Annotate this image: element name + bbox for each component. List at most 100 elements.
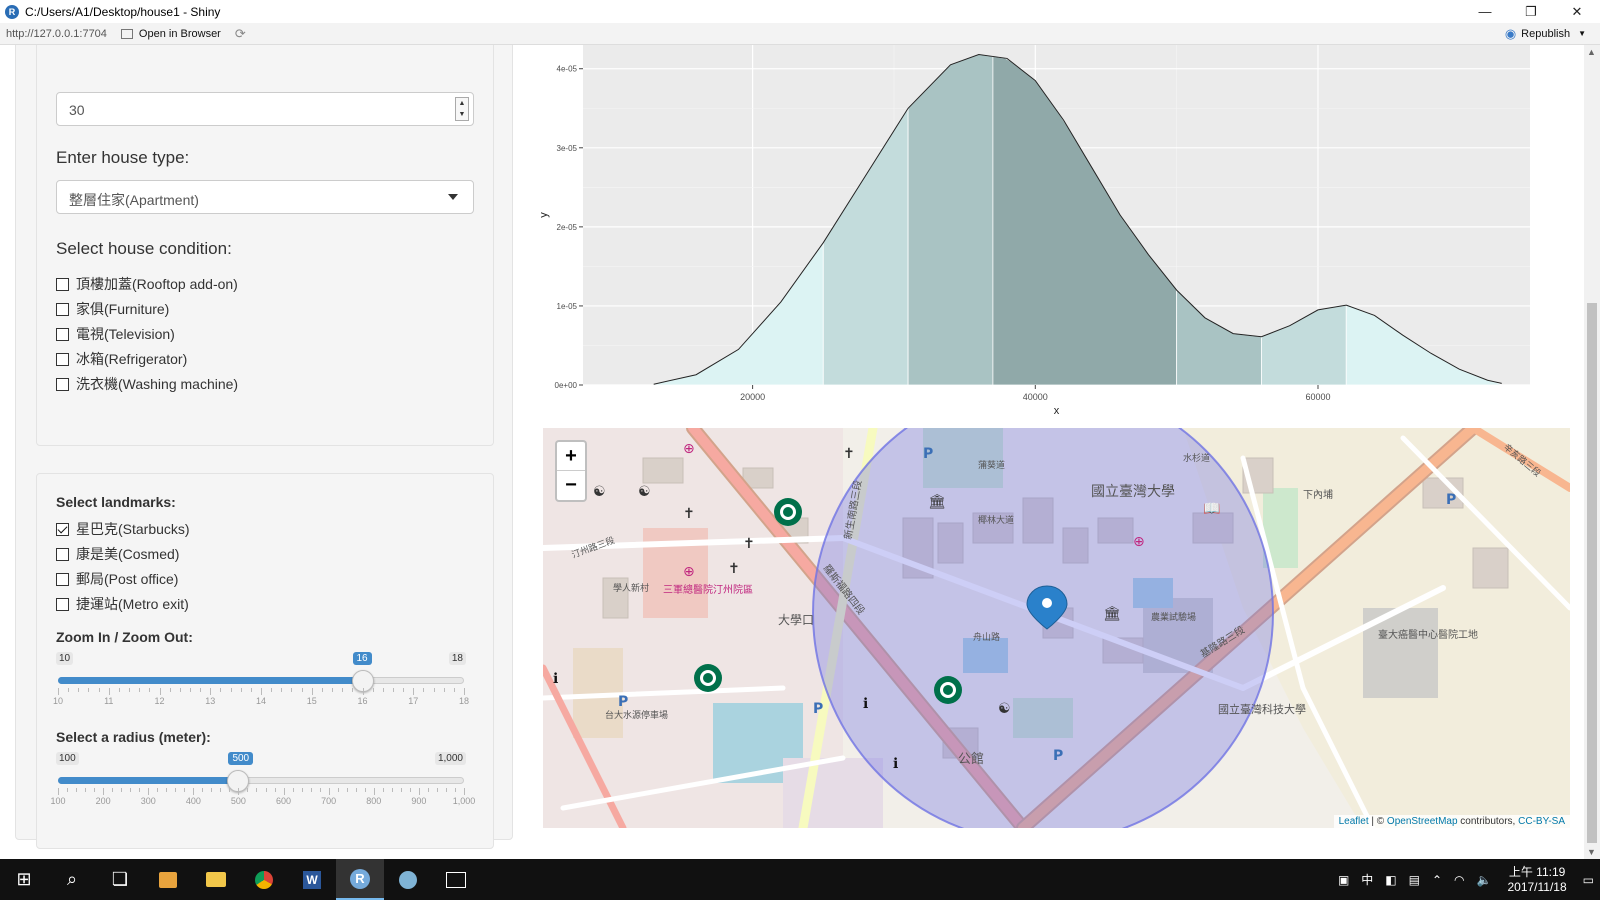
condition-television-checkbox[interactable]: 電視(Television) xyxy=(56,324,175,344)
scrollbar-thumb[interactable] xyxy=(1587,303,1597,843)
file-explorer-icon[interactable] xyxy=(192,859,240,900)
slider-tick xyxy=(292,788,294,792)
slider-tick xyxy=(85,788,87,792)
starbucks-marker[interactable] xyxy=(694,664,722,692)
condition-refrigerator-checkbox[interactable]: 冰箱(Refrigerator) xyxy=(56,349,187,369)
windows-taskbar: ⊞ ⌕ ❏ W R ▣ 中 ◧ ▤ ⌃ ◠ 🔈 上午 11:19 2017/11… xyxy=(0,859,1600,900)
pharmacy-icon: ⊕ xyxy=(683,441,695,457)
map-tiles[interactable]: ✝ ✝ ✝ ✝ ☯ ☯ ☯ 🏛 🏛 ℹ ℹ ℹ P P P P P ⊕ ⊕ ⊕ xyxy=(543,428,1570,828)
slider-tick xyxy=(332,688,334,692)
open-in-browser-label: Open in Browser xyxy=(138,27,221,40)
slider-tick xyxy=(321,688,323,692)
landmark-postoffice-checkbox[interactable]: 郵局(Post office) xyxy=(56,569,178,589)
slider-tick xyxy=(58,688,59,695)
checkbox-box[interactable] xyxy=(56,302,69,316)
temple-icon: ☯ xyxy=(593,484,606,500)
checkbox-box[interactable] xyxy=(56,352,69,366)
library-icon: 📖 xyxy=(1203,501,1220,517)
y-tick-label: 3e-05 xyxy=(557,144,578,153)
slider-tick xyxy=(149,688,151,692)
clock[interactable]: 上午 11:19 2017/11/18 xyxy=(1507,865,1566,895)
chevron-down-icon[interactable]: ▼ xyxy=(1578,29,1586,38)
open-in-browser-button[interactable]: Open in Browser xyxy=(120,27,221,40)
temple-icon: ☯ xyxy=(638,484,651,500)
checkbox-box[interactable] xyxy=(56,277,69,291)
map-zoom-out-button[interactable]: − xyxy=(557,471,585,500)
condition-washing-checkbox[interactable]: 洗衣機(Washing machine) xyxy=(56,374,238,394)
tray-app-icon[interactable]: ▤ xyxy=(1409,873,1420,887)
license-link[interactable]: CC-BY-SA xyxy=(1518,816,1565,827)
condition-rooftop-checkbox[interactable]: 頂樓加蓋(Rooftop add-on) xyxy=(56,274,238,294)
radius-slider[interactable]: 100 1,000 500 100 200 300 400 500 600 700 800 900 1,… xyxy=(50,752,475,812)
landmark-metro-checkbox[interactable]: 捷運站(Metro exit) xyxy=(56,594,189,614)
x-tick-label: 20000 xyxy=(740,392,765,402)
app-icon[interactable] xyxy=(384,859,432,900)
tray-app-icon[interactable]: ◧ xyxy=(1385,873,1396,887)
slider-tick xyxy=(342,688,344,692)
scroll-down-icon[interactable]: ▼ xyxy=(1587,847,1596,857)
checkbox-box[interactable] xyxy=(56,597,69,611)
leaflet-map[interactable]: ✝ ✝ ✝ ✝ ☯ ☯ ☯ 🏛 🏛 ℹ ℹ ℹ P P P P P ⊕ ⊕ ⊕ xyxy=(543,428,1570,828)
number-input[interactable]: 30 ▲ ▼ xyxy=(56,92,474,126)
number-spinner[interactable]: ▲ ▼ xyxy=(455,97,469,121)
landmark-starbucks-checkbox[interactable]: 星巴克(Starbucks) xyxy=(56,519,190,539)
republish-icon: ◉ xyxy=(1504,25,1517,41)
starbucks-marker[interactable] xyxy=(774,498,802,526)
landmark-cosmed-checkbox[interactable]: 康是美(Cosmed) xyxy=(56,544,179,564)
network-icon[interactable]: ◠ xyxy=(1454,873,1464,887)
map-attribution: Leaflet | © OpenStreetMap contributors, … xyxy=(1333,815,1570,828)
slider-tick xyxy=(250,688,252,692)
restore-button[interactable]: ❐ xyxy=(1508,0,1554,23)
refresh-icon[interactable]: ⟳ xyxy=(235,26,246,42)
checkbox-label: 星巴克(Starbucks) xyxy=(76,521,190,537)
close-button[interactable]: ✕ xyxy=(1554,0,1600,23)
x-tick-label: 60000 xyxy=(1305,392,1330,402)
word-icon[interactable]: W xyxy=(288,859,336,900)
rstudio-taskbar-icon[interactable]: R xyxy=(336,859,384,900)
checkbox-box[interactable] xyxy=(56,572,69,586)
number-input-value: 30 xyxy=(69,102,85,118)
start-button[interactable]: ⊞ xyxy=(0,859,48,900)
app-content: 30 ▲ ▼ Enter house type: 整層住家(Apartment) … xyxy=(0,45,1584,859)
vertical-scrollbar[interactable]: ▲ ▼ xyxy=(1584,45,1600,859)
task-view-icon[interactable]: ❏ xyxy=(96,859,144,900)
zoom-slider[interactable]: 10 18 16 10 11 12 13 14 15 16 17 18 xyxy=(53,652,469,712)
osm-link[interactable]: OpenStreetMap xyxy=(1387,816,1458,827)
condition-furniture-checkbox[interactable]: 家俱(Furniture) xyxy=(56,299,169,319)
scroll-up-icon[interactable]: ▲ xyxy=(1587,47,1596,57)
leaflet-link[interactable]: Leaflet xyxy=(1339,816,1369,827)
system-tray: ▣ 中 ◧ ▤ ⌃ ◠ 🔈 上午 11:19 2017/11/18 ▭ xyxy=(1332,859,1600,900)
slider-tick xyxy=(310,788,312,792)
slider-tick xyxy=(220,788,222,792)
slider-tick xyxy=(108,688,110,695)
temple-icon: ☯ xyxy=(998,701,1011,717)
minimize-button[interactable]: — xyxy=(1462,0,1508,23)
slider-tick xyxy=(328,788,330,795)
checkbox-box[interactable] xyxy=(56,522,69,536)
map-label-ntust: 國立臺灣科技大學 xyxy=(1218,702,1306,716)
checkbox-box[interactable] xyxy=(56,377,69,391)
photos-icon[interactable] xyxy=(432,859,480,900)
slider-tick xyxy=(184,788,186,792)
republish-button[interactable]: ◉ Republish ▼ xyxy=(1505,26,1586,42)
checkbox-box[interactable] xyxy=(56,327,69,341)
slider-tick-label: 800 xyxy=(366,796,382,806)
pharmacy-icon: ⊕ xyxy=(1133,534,1145,550)
slider-tick xyxy=(364,788,366,792)
ime-indicator[interactable]: 中 xyxy=(1361,871,1373,888)
y-tick-label: 1e-05 xyxy=(557,302,578,311)
slider-tick xyxy=(382,788,384,792)
checkbox-box[interactable] xyxy=(56,547,69,561)
notifications-icon[interactable]: ▭ xyxy=(1583,873,1594,887)
starbucks-marker[interactable] xyxy=(934,676,962,704)
house-type-select[interactable]: 整層住家(Apartment) xyxy=(56,180,474,214)
map-zoom-in-button[interactable]: + xyxy=(557,442,585,471)
checkbox-label: 家俱(Furniture) xyxy=(76,301,170,317)
chrome-icon[interactable] xyxy=(240,859,288,900)
republish-label: Republish xyxy=(1521,27,1571,40)
volume-icon[interactable]: 🔈 xyxy=(1477,873,1492,887)
tray-app-icon[interactable]: ▣ xyxy=(1338,873,1349,887)
chevron-up-icon[interactable]: ⌃ xyxy=(1432,873,1442,887)
search-icon[interactable]: ⌕ xyxy=(48,859,96,900)
media-player-icon[interactable] xyxy=(144,859,192,900)
